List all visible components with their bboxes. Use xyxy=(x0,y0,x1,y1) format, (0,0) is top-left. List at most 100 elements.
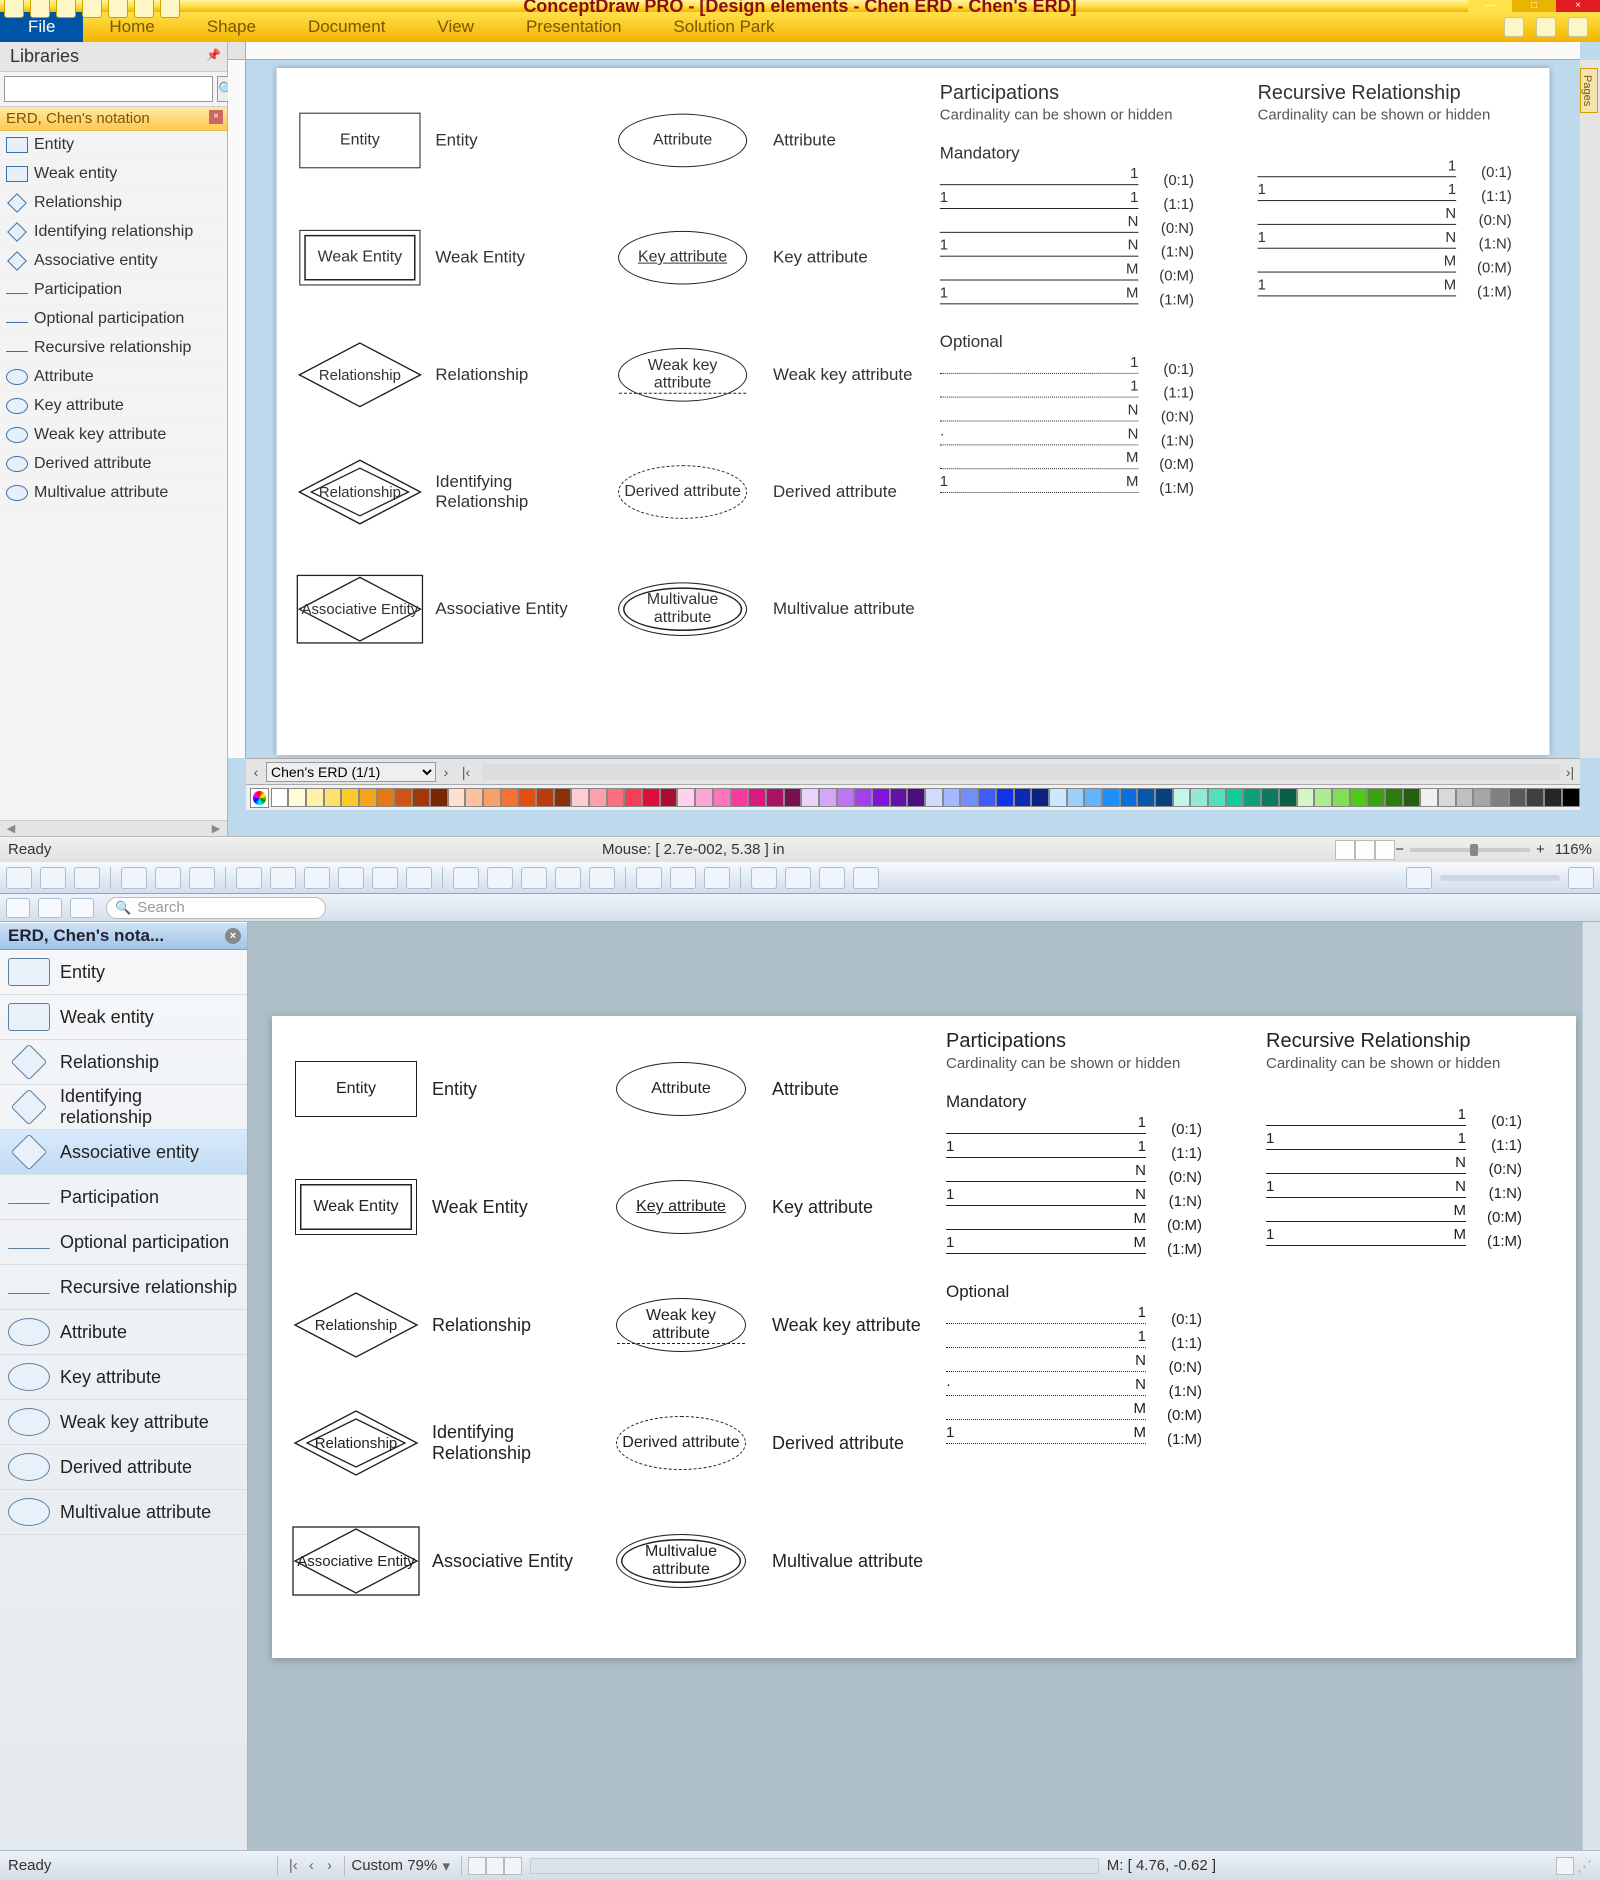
horizontal-scrollbar[interactable] xyxy=(482,764,1560,780)
help-icon[interactable] xyxy=(1536,17,1556,37)
ungroup-icon[interactable] xyxy=(155,867,181,889)
color-swatch[interactable] xyxy=(1261,788,1279,807)
color-swatch[interactable] xyxy=(359,788,377,807)
color-swatch[interactable] xyxy=(624,788,642,807)
tab-solution-park[interactable]: Solution Park xyxy=(647,17,800,37)
vertical-scrollbar[interactable] xyxy=(1580,60,1600,758)
zoom-in-icon[interactable] xyxy=(1568,867,1594,889)
library-item[interactable]: Recursive relationship xyxy=(0,334,227,363)
color-swatch[interactable] xyxy=(960,788,978,807)
color-swatch[interactable] xyxy=(872,788,890,807)
libview3-icon[interactable] xyxy=(70,898,94,918)
library-item[interactable]: Identifying relationship xyxy=(0,218,227,247)
color-swatch[interactable] xyxy=(448,788,466,807)
library-item[interactable]: Attribute xyxy=(0,1310,247,1355)
arrow-icon[interactable] xyxy=(487,867,513,889)
color-swatch[interactable] xyxy=(943,788,961,807)
zoom-slider[interactable] xyxy=(1440,875,1560,881)
horizontal-scrollbar[interactable] xyxy=(530,1858,1099,1874)
vertical-scrollbar[interactable] xyxy=(1582,922,1600,1850)
lock-icon[interactable] xyxy=(189,867,215,889)
libview2-icon[interactable] xyxy=(38,898,62,918)
sheet-next[interactable]: › xyxy=(436,764,456,780)
connector2-icon[interactable] xyxy=(270,867,296,889)
zoom-dropdown[interactable]: ▾ xyxy=(437,1857,455,1875)
line-icon[interactable] xyxy=(453,867,479,889)
library-item[interactable]: Relationship xyxy=(0,189,227,218)
color-swatch[interactable] xyxy=(1420,788,1438,807)
color-swatch[interactable] xyxy=(1473,788,1491,807)
color-swatch[interactable] xyxy=(412,788,430,807)
color-swatch[interactable] xyxy=(1491,788,1509,807)
color-swatch[interactable] xyxy=(801,788,819,807)
library-search-input[interactable] xyxy=(4,76,213,102)
color-swatch[interactable] xyxy=(536,788,554,807)
ellipse-icon[interactable] xyxy=(74,867,100,889)
color-swatch[interactable] xyxy=(713,788,731,807)
library-item[interactable]: Participation xyxy=(0,276,227,305)
snap-icon[interactable] xyxy=(1355,840,1375,860)
layers-icon[interactable] xyxy=(704,867,730,889)
color-swatch[interactable] xyxy=(1067,788,1085,807)
color-swatch[interactable] xyxy=(978,788,996,807)
pages-tab[interactable]: Pages xyxy=(1580,68,1598,113)
color-swatch[interactable] xyxy=(819,788,837,807)
library-item[interactable]: Derived attribute xyxy=(0,1445,247,1490)
color-swatch[interactable] xyxy=(518,788,536,807)
color-swatch[interactable] xyxy=(1297,788,1315,807)
erd-shape[interactable]: Weak key attribute xyxy=(596,1298,766,1352)
color-swatch[interactable] xyxy=(925,788,943,807)
erd-shape[interactable]: Multivalue attribute xyxy=(598,582,767,636)
search-input[interactable]: 🔍 Search xyxy=(106,897,326,919)
erd-shape[interactable]: Derived attribute xyxy=(598,465,767,519)
erd-shape[interactable]: Relationship xyxy=(290,456,429,527)
print-icon[interactable] xyxy=(819,867,845,889)
color-swatch[interactable] xyxy=(695,788,713,807)
sheet-prev[interactable]: ‹ xyxy=(302,1857,320,1874)
color-swatch[interactable] xyxy=(288,788,306,807)
tab-home[interactable]: Home xyxy=(83,17,180,37)
tab-presentation[interactable]: Presentation xyxy=(500,17,647,37)
tab-document[interactable]: Document xyxy=(282,17,411,37)
color-swatch[interactable] xyxy=(271,788,289,807)
color-swatch[interactable] xyxy=(766,788,784,807)
tab-view[interactable]: View xyxy=(411,17,500,37)
erd-shape[interactable]: Relationship xyxy=(286,1407,426,1479)
text-icon[interactable] xyxy=(589,867,615,889)
library-header[interactable]: ERD, Chen's nota... × xyxy=(0,922,247,950)
color-swatch[interactable] xyxy=(1279,788,1297,807)
color-swatch[interactable] xyxy=(324,788,342,807)
library-item[interactable]: Weak key attribute xyxy=(0,1400,247,1445)
color-swatch[interactable] xyxy=(1385,788,1403,807)
color-swatch[interactable] xyxy=(1137,788,1155,807)
color-swatch[interactable] xyxy=(1208,788,1226,807)
library-item[interactable]: Derived attribute xyxy=(0,450,227,479)
canvas[interactable]: Entity Entity Attribute Attribute Weak E… xyxy=(246,60,1580,758)
settings-icon[interactable] xyxy=(1504,17,1524,37)
chevron-up-icon[interactable] xyxy=(1568,17,1588,37)
color-swatch[interactable] xyxy=(483,788,501,807)
color-swatch[interactable] xyxy=(1544,788,1562,807)
color-swatch[interactable] xyxy=(907,788,925,807)
close-icon[interactable]: × xyxy=(225,928,241,944)
erd-shape[interactable]: Weak key attribute xyxy=(598,348,767,402)
erd-shape[interactable]: Relationship xyxy=(286,1289,426,1361)
sheet-first[interactable]: |‹ xyxy=(284,1857,302,1874)
library-header[interactable]: ERD, Chen's notation × xyxy=(0,107,227,131)
color-swatch[interactable] xyxy=(1173,788,1191,807)
color-picker-icon[interactable] xyxy=(250,788,269,808)
color-swatch[interactable] xyxy=(1526,788,1544,807)
pin-icon[interactable]: 📌 xyxy=(206,48,221,62)
color-swatch[interactable] xyxy=(306,788,324,807)
zoom-slider[interactable] xyxy=(1410,848,1530,852)
library-item[interactable]: Multivalue attribute xyxy=(0,1490,247,1535)
sheet-select[interactable]: Chen's ERD (1/1) xyxy=(266,762,436,782)
titlebar[interactable]: ConceptDraw PRO - [Design elements - Che… xyxy=(0,0,1600,12)
color-swatch[interactable] xyxy=(996,788,1014,807)
drawing-page[interactable]: Entity Entity Attribute Attribute Weak E… xyxy=(272,1016,1576,1658)
library-item[interactable]: Optional participation xyxy=(0,1220,247,1265)
poly-icon[interactable] xyxy=(555,867,581,889)
color-swatch[interactable] xyxy=(554,788,572,807)
view-mode2[interactable] xyxy=(486,1857,504,1875)
color-swatch[interactable] xyxy=(1014,788,1032,807)
